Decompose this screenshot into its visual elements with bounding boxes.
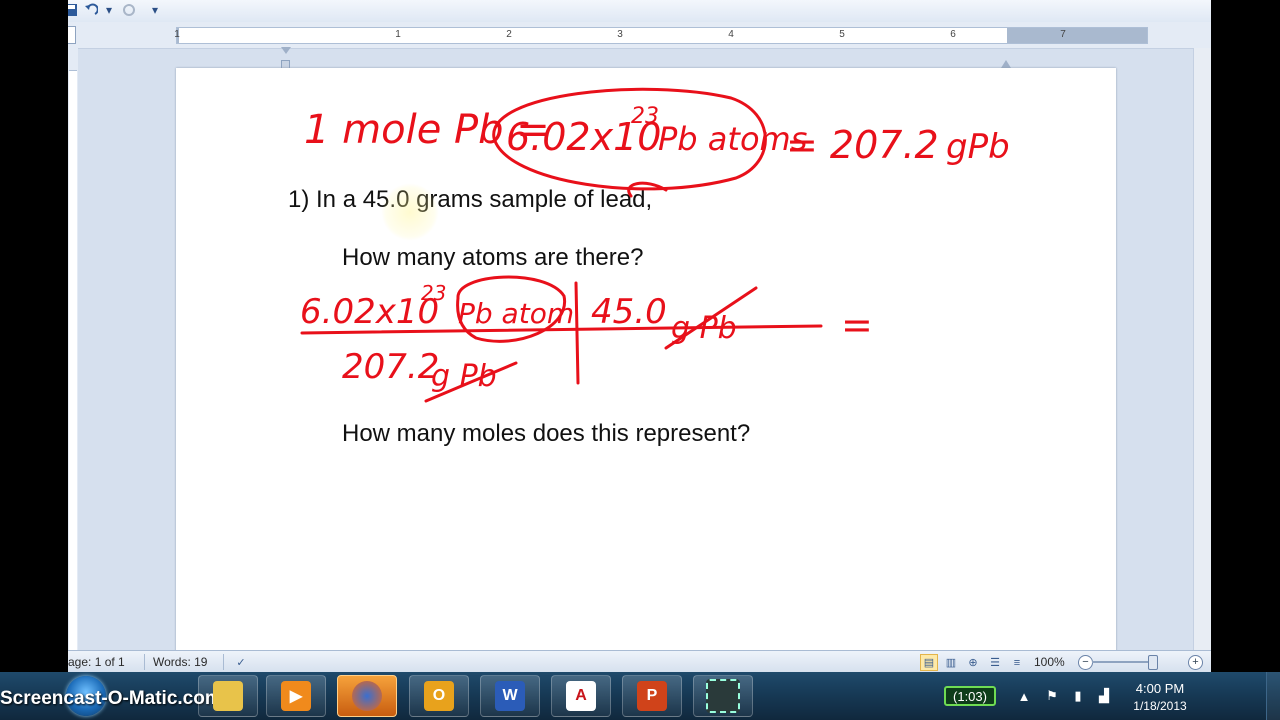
media-player-icon: ▶ xyxy=(281,681,311,711)
taskbar-outlook[interactable]: O xyxy=(409,675,469,717)
ruler-number: 7 xyxy=(1060,29,1066,40)
customize-qat-icon[interactable]: ▾ xyxy=(146,2,164,18)
taskbar-media-player[interactable]: ▶ xyxy=(266,675,326,717)
ruler-number: 3 xyxy=(617,29,623,40)
taskbar-explorer[interactable] xyxy=(198,675,258,717)
ink-text: 23 xyxy=(421,281,446,305)
ink-vertical-bar xyxy=(574,281,580,385)
ink-text: 45.0 xyxy=(591,292,667,332)
taskbar-acrobat[interactable]: A xyxy=(551,675,611,717)
right-indent-marker[interactable] xyxy=(1001,60,1011,68)
folder-icon xyxy=(213,681,243,711)
zoom-in-button[interactable]: + xyxy=(1188,655,1203,670)
outlook-icon: O xyxy=(424,681,454,711)
full-screen-reading-icon[interactable]: ▥ xyxy=(942,654,960,671)
zoom-level[interactable]: 100% xyxy=(1034,655,1065,669)
ink-text: 207.2 xyxy=(342,347,439,387)
zoom-out-button[interactable]: − xyxy=(1078,655,1093,670)
ruler-number: 6 xyxy=(950,29,956,40)
page-count[interactable]: Page: 1 of 1 xyxy=(68,655,125,669)
screencast-icon xyxy=(706,679,740,713)
show-hidden-icons-icon[interactable]: ▲ xyxy=(1016,688,1032,704)
quick-access-toolbar: ▾ ▾ xyxy=(68,0,1211,23)
web-layout-icon[interactable]: ⊕ xyxy=(964,654,982,671)
battery-icon[interactable]: ▮ xyxy=(1070,688,1086,704)
horizontal-ruler-bar: 1 1 2 3 4 5 6 7 xyxy=(68,22,1211,69)
draft-icon[interactable]: ≡ xyxy=(1008,654,1026,671)
undo-icon[interactable] xyxy=(82,2,100,18)
ink-text: = 207.2 xyxy=(786,123,939,167)
taskbar-word[interactable]: W xyxy=(480,675,540,717)
clock-time[interactable]: 4:00 PM xyxy=(1110,681,1210,696)
show-desktop-button[interactable] xyxy=(1266,672,1280,720)
ruler-number: 5 xyxy=(839,29,845,40)
taskbar-firefox[interactable] xyxy=(337,675,397,717)
ink-text: gPb xyxy=(946,127,1010,167)
ruler-toggle-button[interactable] xyxy=(68,26,76,44)
outline-icon[interactable]: ☰ xyxy=(986,654,1004,671)
handwriting-layer: 1 mole Pb = 6.02x10 23 Pb atoms = 207.2 … xyxy=(300,87,1010,403)
first-line-indent-marker[interactable] xyxy=(281,47,291,54)
zoom-slider-track[interactable] xyxy=(1092,661,1150,663)
firefox-icon xyxy=(352,681,382,711)
ink-text: Pb atoms xyxy=(658,120,807,158)
ruler-number: 1 xyxy=(395,29,401,40)
recording-timer[interactable]: (1:03) xyxy=(944,686,996,706)
print-layout-icon[interactable]: ▤ xyxy=(920,654,938,671)
clock-date[interactable]: 1/18/2013 xyxy=(1110,699,1210,713)
document-page[interactable]: 1) In a 45.0 grams sample of lead, How m… xyxy=(176,68,1116,658)
action-center-flag-icon[interactable]: ⚑ xyxy=(1044,688,1060,704)
ruler-number: 2 xyxy=(506,29,512,40)
proofing-icon[interactable]: ✓ xyxy=(232,654,250,671)
ink-text: 23 xyxy=(631,104,659,129)
ruler-number: 1 xyxy=(174,29,180,40)
undo-dropdown-icon[interactable]: ▾ xyxy=(100,2,118,18)
word-window: ▾ ▾ 1 1 2 3 4 5 6 7 1) In a 45.0 grams s… xyxy=(68,0,1211,720)
ruler-number: 4 xyxy=(728,29,734,40)
vertical-ruler[interactable] xyxy=(68,48,78,651)
taskbar-screencast[interactable] xyxy=(693,675,753,717)
save-icon[interactable] xyxy=(68,2,80,18)
taskbar-powerpoint[interactable]: P xyxy=(622,675,682,717)
word-count[interactable]: Words: 19 xyxy=(153,655,207,669)
ink-text: 6.02x10 xyxy=(300,292,439,332)
zoom-slider-thumb[interactable] xyxy=(1148,655,1158,670)
acrobat-icon: A xyxy=(566,681,596,711)
powerpoint-icon: P xyxy=(637,681,667,711)
word-icon: W xyxy=(495,681,525,711)
watermark: Screencast-O-Matic.com xyxy=(0,688,222,709)
redo-icon[interactable] xyxy=(120,2,138,18)
horizontal-ruler[interactable]: 1 1 2 3 4 5 6 7 xyxy=(174,27,1148,44)
ink-text: = xyxy=(841,303,873,347)
ink-text: Pb atom xyxy=(458,297,574,330)
vertical-scrollbar[interactable] xyxy=(1193,48,1211,650)
status-bar: Page: 1 of 1 Words: 19 ✓ ▤ ▥ ⊕ ☰ ≡ 100% … xyxy=(68,650,1211,673)
